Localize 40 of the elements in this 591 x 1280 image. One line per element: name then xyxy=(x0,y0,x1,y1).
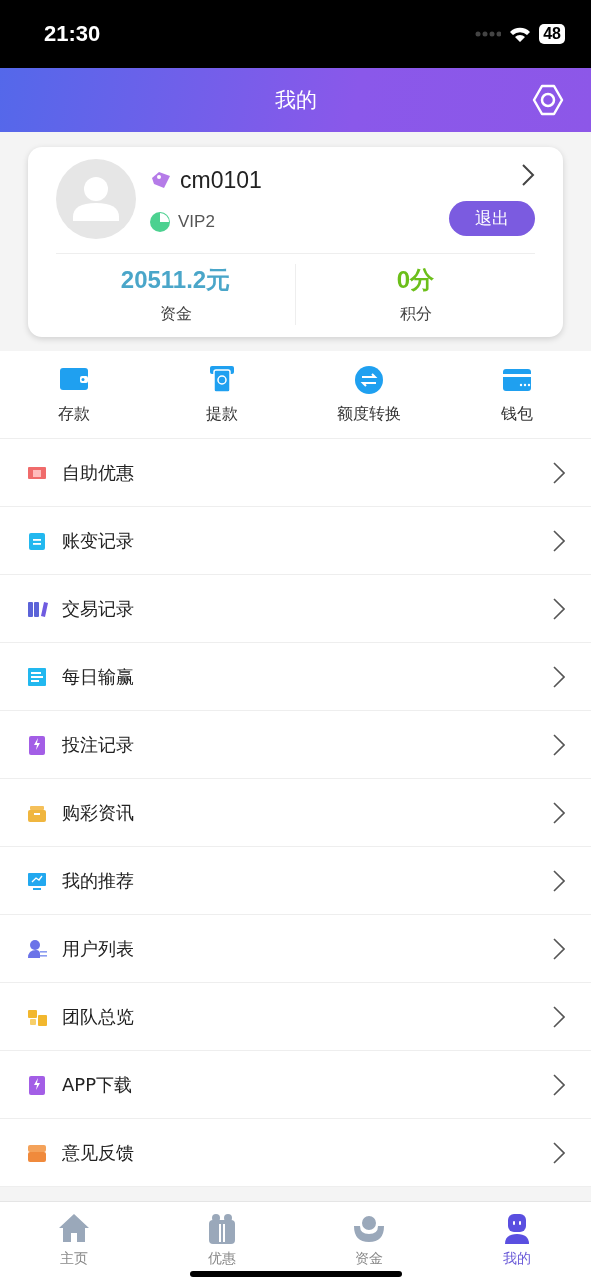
logout-button[interactable]: 退出 xyxy=(449,200,535,236)
action-button[interactable]: 额度转换 xyxy=(295,351,444,438)
chevron-right-icon[interactable] xyxy=(521,162,535,187)
page-title: 我的 xyxy=(274,87,317,114)
clock-time: 21:30 xyxy=(44,21,101,47)
balance-value: 20511.2元 xyxy=(120,265,231,295)
battery-level: 48 xyxy=(539,24,565,44)
avatar-icon xyxy=(56,159,136,239)
bolt-icon xyxy=(26,733,48,756)
pie-chart-icon xyxy=(150,211,170,232)
chevron-right-icon xyxy=(553,597,565,620)
tab[interactable]: 主页 xyxy=(0,1202,148,1280)
chevron-right-icon xyxy=(553,869,565,892)
chevron-right-icon xyxy=(553,665,565,688)
points-value: 0分 xyxy=(396,265,435,295)
chevron-right-icon xyxy=(553,529,565,552)
points-label: 积分 xyxy=(399,304,432,325)
signal-icon xyxy=(475,31,502,37)
settings-icon[interactable] xyxy=(531,83,565,117)
action-button[interactable]: 存款 xyxy=(0,351,148,438)
tab[interactable]: 资金 xyxy=(295,1202,444,1280)
chevron-right-icon xyxy=(553,937,565,960)
balance-label: 资金 xyxy=(159,304,192,325)
chevron-right-icon xyxy=(553,1141,565,1164)
document-icon xyxy=(26,665,48,688)
action-button[interactable]: 提款 xyxy=(147,351,296,438)
action-button[interactable]: 钱包 xyxy=(443,351,591,438)
username: cm0101 xyxy=(180,166,262,194)
wifi-icon xyxy=(509,26,532,42)
chevron-right-icon xyxy=(553,733,565,756)
bolt-icon xyxy=(26,1073,48,1096)
transfer-icon xyxy=(353,364,386,394)
chevron-right-icon xyxy=(553,801,565,824)
vip-level: VIP2 xyxy=(178,211,215,232)
tag-icon xyxy=(150,170,172,190)
chevron-right-icon xyxy=(553,1005,565,1028)
chevron-right-icon xyxy=(553,1073,565,1096)
tab[interactable]: 我的 xyxy=(443,1202,591,1280)
user-icon xyxy=(26,937,48,960)
chevron-right-icon xyxy=(553,461,565,484)
